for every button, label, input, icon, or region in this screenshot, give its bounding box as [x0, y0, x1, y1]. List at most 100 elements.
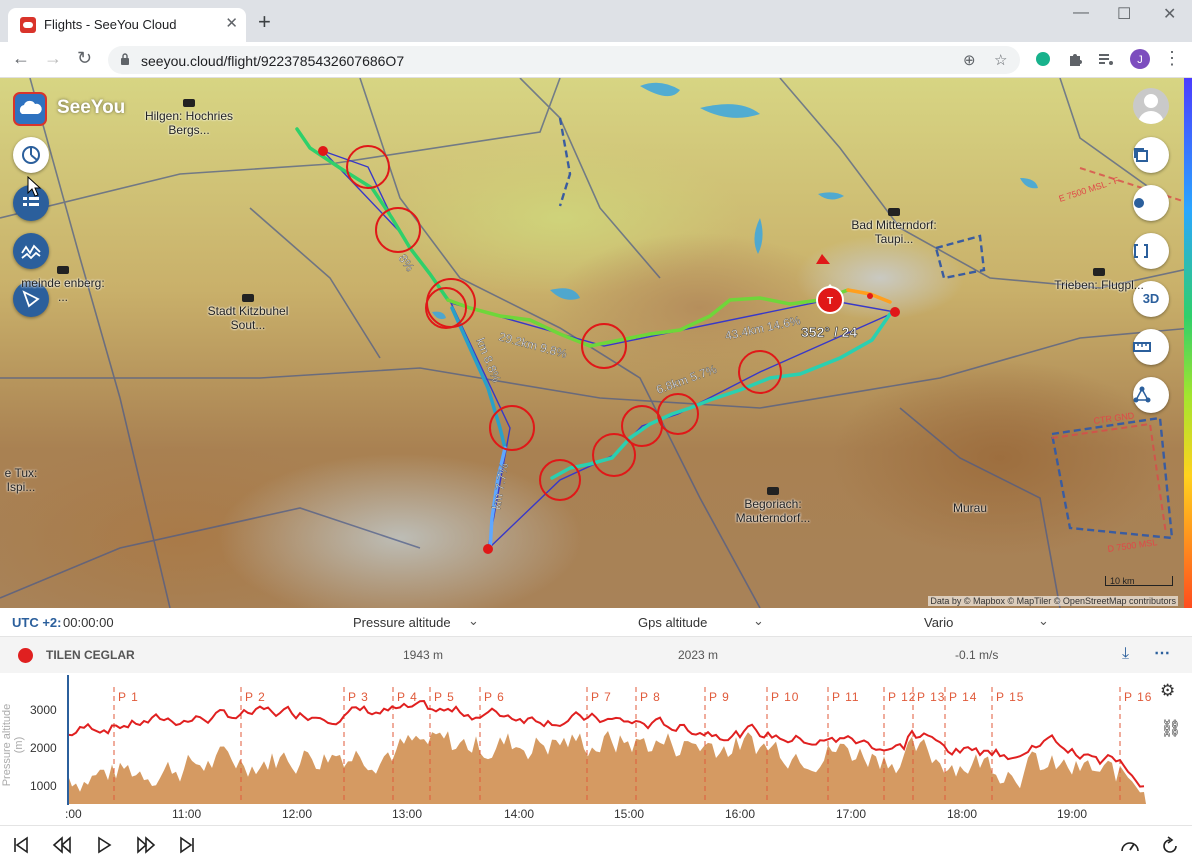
- share-button[interactable]: [1133, 377, 1169, 413]
- share-triangle-icon: [1133, 386, 1151, 403]
- place-label[interactable]: Hilgen: Hochries Bergs...: [134, 99, 244, 137]
- fullscreen-button[interactable]: [1133, 233, 1169, 269]
- place-label[interactable]: e Tux: Ispi...: [0, 466, 48, 494]
- point-tag[interactable]: P 6: [484, 690, 505, 704]
- point-tag[interactable]: P 10: [771, 690, 799, 704]
- url-text: seeyou.cloud/flight/9223785432607686O7: [141, 53, 405, 69]
- add-search-icon[interactable]: ⊕: [963, 51, 976, 69]
- skip-start-icon[interactable]: [12, 836, 30, 854]
- gps-altitude-select[interactable]: Gps altitude: [638, 615, 707, 630]
- pilot-row[interactable]: TILEN CEGLAR 1943 m 2023 m -0.1 m/s ⤓ ⋯: [0, 637, 1192, 673]
- point-tag[interactable]: P 3: [348, 690, 369, 704]
- gear-icon[interactable]: ⚙: [1160, 681, 1175, 701]
- extensions-puzzle-icon[interactable]: [1066, 50, 1086, 70]
- place-label[interactable]: Trieben: Flugpl...: [1044, 268, 1154, 292]
- chevron-down-icon[interactable]: ⌄: [753, 613, 764, 629]
- ruler-button[interactable]: [1133, 329, 1169, 365]
- url-input[interactable]: seeyou.cloud/flight/9223785432607686O7 ⊕…: [108, 46, 1020, 74]
- place-label[interactable]: Begoriach: Mauterndorf...: [716, 487, 830, 525]
- pressure-altitude-select[interactable]: Pressure altitude: [353, 615, 451, 630]
- point-tag[interactable]: P 4: [397, 690, 418, 704]
- glider-marker-icon[interactable]: T: [816, 254, 844, 314]
- pressure-altitude-value: 1943 m: [403, 648, 444, 662]
- point-tag[interactable]: P 7: [591, 690, 612, 704]
- back-arrow-icon[interactable]: ←: [12, 48, 30, 69]
- profile-avatar-icon[interactable]: J: [1129, 48, 1151, 70]
- close-window-button[interactable]: ✕: [1163, 4, 1176, 24]
- seeyou-favicon-icon: [20, 17, 36, 33]
- speed-gauge-icon[interactable]: [1120, 836, 1140, 854]
- tab-close-icon[interactable]: ✕: [225, 14, 238, 32]
- extension-green-icon[interactable]: [1034, 50, 1054, 70]
- tab-title: Flights - SeeYou Cloud: [44, 17, 177, 32]
- stats-pie-button[interactable]: [13, 137, 49, 173]
- airspace-label: D 7500 MSL: [1107, 537, 1158, 554]
- fast-forward-icon[interactable]: [136, 836, 156, 854]
- app-window: Flights - SeeYou Cloud ✕ + — ☐ ✕ ← → ↻ s…: [0, 0, 1192, 865]
- media-queue-icon[interactable]: [1097, 50, 1117, 70]
- copy-button[interactable]: [1133, 137, 1169, 173]
- dot-icon: [1134, 198, 1144, 208]
- map-view[interactable]: 29.2km 9.8% 43.4km 14.6% 6.8km 5.7% km 8…: [0, 78, 1192, 608]
- user-avatar[interactable]: [1133, 88, 1169, 124]
- point-tag[interactable]: P 2: [245, 690, 266, 704]
- locate-button[interactable]: [1133, 185, 1169, 221]
- chevron-down-icon[interactable]: ⌄: [1038, 613, 1049, 629]
- svg-text:T: T: [827, 296, 833, 307]
- place-label[interactable]: Bad Mitterndorf: Taupi...: [838, 208, 950, 246]
- rewind-icon[interactable]: [52, 836, 72, 854]
- skip-end-icon[interactable]: [178, 836, 196, 854]
- leg-label: 6.8km 5.7%: [654, 362, 719, 397]
- reset-rotate-icon[interactable]: [1160, 836, 1180, 856]
- play-icon[interactable]: [96, 836, 112, 854]
- graph-button[interactable]: [13, 233, 49, 269]
- point-tag[interactable]: P 1: [118, 690, 139, 704]
- utc-label[interactable]: UTC +2:: [12, 615, 61, 630]
- more-options-icon[interactable]: ⋯: [1154, 643, 1170, 663]
- point-tag[interactable]: P 8: [640, 690, 661, 704]
- point-tag[interactable]: P 14: [949, 690, 977, 704]
- webcam-icon: [242, 294, 254, 302]
- reload-icon[interactable]: ↻: [77, 48, 92, 69]
- place-label[interactable]: Stadt Kitzbuhel Sout...: [193, 294, 303, 332]
- forward-arrow-icon[interactable]: →: [44, 48, 62, 69]
- svg-text:J: J: [1137, 54, 1143, 66]
- map-attribution[interactable]: Data by © Mapbox © MapTiler © OpenStreet…: [928, 596, 1178, 606]
- point-tag[interactable]: P 13: [917, 690, 945, 704]
- link-icon[interactable]: ⛓: [1160, 719, 1182, 739]
- new-tab-button[interactable]: +: [258, 9, 271, 35]
- vario-value: -0.1 m/s: [955, 648, 999, 662]
- airspace-label: E 7500 MSL - F: [1058, 175, 1121, 204]
- bookmark-star-icon[interactable]: ☆: [994, 51, 1007, 69]
- altitude-graph[interactable]: Pressure altitude (m) 3000 2000 1000 P 1…: [0, 673, 1192, 825]
- chevron-down-icon[interactable]: ⌄: [468, 613, 479, 629]
- app-name: SeeYou: [57, 97, 126, 118]
- point-tag[interactable]: P 9: [709, 690, 730, 704]
- point-tag[interactable]: P 11: [832, 690, 860, 704]
- webcam-icon: [57, 266, 69, 274]
- maximize-button[interactable]: ☐: [1117, 4, 1131, 24]
- webcam-icon: [183, 99, 195, 107]
- point-tag[interactable]: P 16: [1124, 690, 1152, 704]
- point-tag[interactable]: P 5: [434, 690, 455, 704]
- terrain-area: [68, 731, 1146, 804]
- point-tag[interactable]: P 15: [996, 690, 1024, 704]
- gps-altitude-value: 2023 m: [678, 648, 719, 662]
- browser-tab-bar: Flights - SeeYou Cloud ✕ + — ☐ ✕: [0, 0, 1192, 42]
- seeyou-logo-icon[interactable]: [13, 92, 47, 126]
- browser-menu-icon[interactable]: ⋮: [1163, 48, 1181, 69]
- vario-select[interactable]: Vario: [924, 615, 953, 630]
- lock-icon: [121, 53, 129, 65]
- browser-tab[interactable]: Flights - SeeYou Cloud ✕: [8, 8, 246, 42]
- heading-readout: 352° / 24: [801, 324, 857, 340]
- minimize-button[interactable]: —: [1073, 4, 1089, 22]
- x-tick: :00: [65, 807, 82, 821]
- place-label[interactable]: meinde enberg: ...: [20, 266, 106, 304]
- place-label[interactable]: Murau: [940, 501, 1000, 515]
- point-tag[interactable]: P 12: [888, 690, 916, 704]
- x-tick: 18:00: [947, 807, 978, 821]
- download-icon[interactable]: ⤓: [1122, 645, 1129, 663]
- map-scale-bar: 10 km: [1105, 576, 1173, 586]
- address-bar-row: ← → ↻ seeyou.cloud/flight/92237854326076…: [0, 42, 1192, 78]
- leg-label: km 7.7%: [489, 462, 511, 511]
